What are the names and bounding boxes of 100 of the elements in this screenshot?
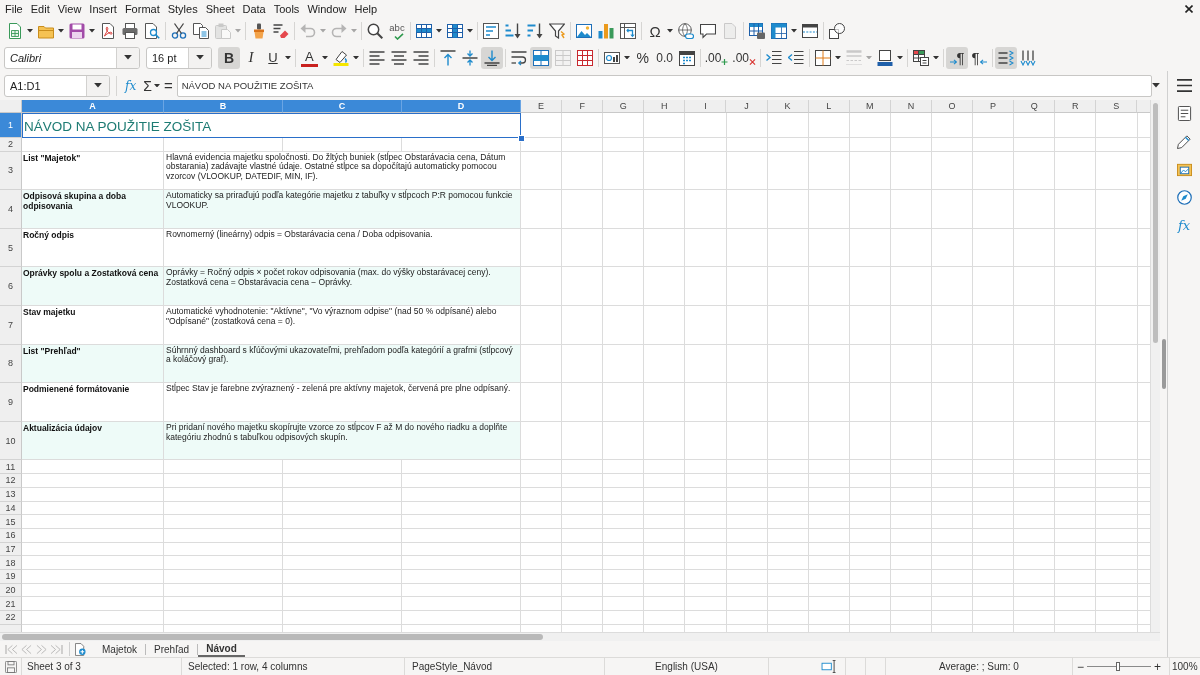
column-header[interactable]: M bbox=[849, 100, 891, 113]
column-header[interactable]: D bbox=[402, 100, 521, 113]
row-header[interactable]: 15 bbox=[0, 515, 22, 529]
calendar-icon[interactable] bbox=[678, 49, 695, 66]
border-color-icon[interactable] bbox=[877, 49, 894, 66]
align-right-icon[interactable] bbox=[412, 49, 429, 66]
menu-icon[interactable] bbox=[1176, 78, 1192, 93]
scrollbar-thumb[interactable] bbox=[2, 634, 543, 640]
menu-item[interactable]: Help bbox=[350, 0, 382, 18]
sort-ascending-icon[interactable] bbox=[505, 23, 521, 39]
pivot-table-icon[interactable] bbox=[620, 23, 636, 39]
outdent-icon[interactable] bbox=[788, 49, 805, 66]
function-wizard-button[interactable]: fx bbox=[123, 78, 139, 93]
caret-icon[interactable] bbox=[933, 55, 940, 60]
column-header[interactable]: A bbox=[22, 100, 164, 113]
caret-icon[interactable] bbox=[791, 29, 797, 33]
menu-item[interactable]: Tools bbox=[269, 0, 304, 18]
zoom-out-button[interactable]: − bbox=[1077, 659, 1084, 674]
name-box-field[interactable]: A1:D1 bbox=[4, 74, 110, 97]
caret-icon[interactable] bbox=[58, 29, 64, 33]
gallery-icon[interactable] bbox=[1176, 162, 1192, 177]
column-header[interactable]: E bbox=[521, 100, 563, 113]
bar-chart-icon[interactable] bbox=[598, 23, 614, 39]
table-columns-icon[interactable] bbox=[447, 23, 463, 39]
column-header[interactable]: Q bbox=[1014, 100, 1056, 113]
row-header[interactable]: 7 bbox=[0, 306, 22, 345]
caret-icon[interactable] bbox=[667, 29, 673, 33]
column-header[interactable]: F bbox=[562, 100, 604, 113]
sheet-tab[interactable]: Návod bbox=[198, 641, 245, 657]
properties-icon[interactable] bbox=[1176, 106, 1192, 121]
column-header[interactable]: R bbox=[1055, 100, 1097, 113]
row-header[interactable]: 6 bbox=[0, 267, 22, 307]
delete-decimal-button[interactable]: .00 bbox=[730, 46, 759, 69]
scrollbar-thumb[interactable] bbox=[1153, 103, 1158, 343]
add-decimal-button[interactable]: .00 bbox=[702, 46, 731, 69]
caret-icon[interactable] bbox=[124, 55, 132, 60]
caret-icon[interactable] bbox=[196, 55, 204, 60]
sort-descending-icon[interactable] bbox=[527, 23, 543, 39]
formula-input-field[interactable]: NÁVOD NA POUŽITIE ZOŠITA bbox=[176, 74, 1152, 97]
row-header[interactable]: 9 bbox=[0, 383, 22, 422]
pdf-document-icon[interactable] bbox=[100, 23, 116, 39]
merge-center-icon[interactable] bbox=[529, 46, 552, 69]
row-header[interactable]: 18 bbox=[0, 556, 22, 570]
dropdown-button[interactable] bbox=[86, 75, 109, 96]
indent-icon[interactable] bbox=[766, 49, 783, 66]
conditional-format-icon[interactable] bbox=[913, 49, 930, 66]
functions-tab[interactable]: fx bbox=[1177, 218, 1191, 233]
copy-icon[interactable] bbox=[193, 23, 209, 39]
caret-icon[interactable] bbox=[27, 29, 33, 33]
eraser-icon[interactable] bbox=[273, 23, 289, 39]
freeze-grid-icon[interactable] bbox=[771, 23, 787, 39]
column-header[interactable]: J bbox=[726, 100, 768, 113]
language-text[interactable]: English (USA) bbox=[655, 661, 718, 672]
row-header[interactable]: 2 bbox=[0, 138, 22, 152]
menu-item[interactable]: Data bbox=[238, 0, 270, 18]
search-icon[interactable] bbox=[367, 23, 383, 39]
row-header[interactable]: 10 bbox=[0, 421, 22, 461]
row-header[interactable]: 22 bbox=[0, 611, 22, 625]
column-header[interactable]: K bbox=[767, 100, 809, 113]
column-header[interactable]: H bbox=[644, 100, 686, 113]
column-header[interactable]: C bbox=[283, 100, 402, 113]
align-bottom-icon[interactable] bbox=[480, 46, 503, 69]
underline-button[interactable]: U bbox=[262, 46, 284, 69]
caret-icon[interactable] bbox=[352, 55, 359, 60]
column-header[interactable]: P bbox=[973, 100, 1015, 113]
italic-button[interactable]: I bbox=[240, 46, 262, 69]
caret-icon[interactable] bbox=[897, 55, 904, 60]
close-icon[interactable] bbox=[1185, 5, 1193, 13]
left-to-right-button[interactable]: ¶ bbox=[946, 46, 969, 69]
menu-item[interactable]: Window bbox=[303, 0, 351, 18]
menu-item[interactable]: File bbox=[1, 0, 27, 18]
row-header[interactable]: 11 bbox=[0, 460, 22, 475]
menu-item[interactable]: View bbox=[53, 0, 86, 18]
menu-item[interactable]: Styles bbox=[163, 0, 202, 18]
menu-item[interactable]: Sheet bbox=[201, 0, 239, 18]
align-left-icon[interactable] bbox=[368, 49, 385, 66]
align-middle-icon[interactable] bbox=[461, 49, 478, 66]
pen-icon[interactable] bbox=[1176, 134, 1192, 149]
dropdown-button[interactable] bbox=[188, 47, 211, 68]
row-header[interactable]: 3 bbox=[0, 151, 22, 191]
number-format-icon[interactable] bbox=[603, 49, 620, 66]
zoom-slider-thumb[interactable] bbox=[1115, 662, 1120, 671]
scissors-icon[interactable] bbox=[171, 23, 187, 39]
special-character-button[interactable]: Ω bbox=[644, 20, 666, 42]
funnel-icon[interactable] bbox=[549, 23, 565, 39]
horizontal-scrollbar[interactable] bbox=[0, 632, 1160, 641]
number-format-button[interactable]: 0.0 bbox=[653, 46, 676, 69]
sheet-tab[interactable]: Majetok bbox=[94, 641, 145, 657]
split-window-icon[interactable] bbox=[802, 23, 818, 39]
vertical-scrollbar[interactable] bbox=[1150, 100, 1160, 632]
font-size-field[interactable]: 16 pt bbox=[146, 46, 212, 69]
caret-icon[interactable] bbox=[153, 83, 160, 88]
text-direction-icon[interactable] bbox=[995, 46, 1018, 69]
row-header[interactable]: 21 bbox=[0, 597, 22, 611]
fill-handle[interactable] bbox=[518, 135, 525, 142]
font-color-button[interactable]: A bbox=[301, 48, 318, 67]
menu-item[interactable]: Insert bbox=[85, 0, 121, 18]
bold-button[interactable]: B bbox=[218, 46, 240, 69]
vertical-text-icon[interactable] bbox=[1020, 49, 1037, 66]
row-header[interactable]: 12 bbox=[0, 474, 22, 488]
